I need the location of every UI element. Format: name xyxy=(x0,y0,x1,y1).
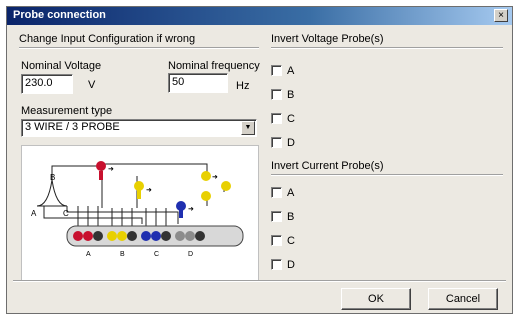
checkbox[interactable] xyxy=(271,187,282,198)
connector-label-b: B xyxy=(120,251,125,258)
checkbox[interactable] xyxy=(271,137,282,148)
invert-current-divider xyxy=(271,174,503,176)
nominal-voltage-label: Nominal Voltage xyxy=(21,60,102,72)
config-divider xyxy=(19,47,259,49)
invert-current-b-label: B xyxy=(287,211,295,223)
phase-label-c: C xyxy=(63,209,69,218)
wiring-diagram-svg: B A C ➜ ➜ ➜ ➜ A B C D xyxy=(31,161,244,258)
measurement-type-value: 3 WIRE / 3 PROBE xyxy=(25,121,120,133)
checkbox[interactable] xyxy=(271,259,282,270)
voltage-unit: V xyxy=(88,79,96,91)
invert-current-label: Invert Current Probe(s) xyxy=(271,160,384,172)
checkbox[interactable] xyxy=(271,89,282,100)
checkbox[interactable] xyxy=(271,211,282,222)
invert-current-d-label: D xyxy=(287,259,295,271)
invert-voltage-c-label: C xyxy=(287,113,295,125)
nominal-frequency-label: Nominal frequency xyxy=(168,60,260,72)
frequency-unit: Hz xyxy=(236,80,250,92)
invert-current-c-label: C xyxy=(287,235,295,247)
cancel-button[interactable]: Cancel xyxy=(428,288,498,310)
nominal-voltage-input[interactable]: 230.0 xyxy=(21,74,73,94)
nominal-frequency-input[interactable]: 50 xyxy=(168,73,228,93)
title-bar: Probe connection × xyxy=(7,7,512,25)
measurement-type-select[interactable]: 3 WIRE / 3 PROBE ▼ xyxy=(21,119,257,137)
connector-label-c: C xyxy=(154,251,159,258)
invert-voltage-a-label: A xyxy=(287,65,295,77)
invert-voltage-label: Invert Voltage Probe(s) xyxy=(271,33,384,45)
wiring-lines xyxy=(36,163,225,230)
checkbox[interactable] xyxy=(271,235,282,246)
chevron-down-icon[interactable]: ▼ xyxy=(241,121,255,135)
ok-button[interactable]: OK xyxy=(341,288,411,310)
window-title: Probe connection xyxy=(13,9,106,21)
button-divider xyxy=(13,280,506,282)
phase-label-a: A xyxy=(31,209,37,218)
phase-label-b: B xyxy=(50,173,55,182)
close-button[interactable]: × xyxy=(494,9,508,22)
svg-text:➜: ➜ xyxy=(212,174,218,181)
checkbox[interactable] xyxy=(271,65,282,76)
probe-connection-dialog: Probe connection × Change Input Configur… xyxy=(6,6,513,314)
svg-text:➜: ➜ xyxy=(108,166,114,173)
svg-text:➜: ➜ xyxy=(146,187,152,194)
svg-text:➜: ➜ xyxy=(188,206,194,213)
invert-voltage-b-label: B xyxy=(287,89,295,101)
measurement-type-label: Measurement type xyxy=(21,105,113,117)
blue-probe-icon: ➜ xyxy=(176,201,194,218)
connector-label-d: D xyxy=(188,251,193,258)
yellow-probe-icon: ➜ xyxy=(201,171,231,201)
config-section-label: Change Input Configuration if wrong xyxy=(19,33,196,45)
checkbox[interactable] xyxy=(271,113,282,124)
invert-current-a-label: A xyxy=(287,187,295,199)
wiring-diagram: B A C ➜ ➜ ➜ ➜ A B C D xyxy=(21,145,259,281)
invert-voltage-d-label: D xyxy=(287,137,295,149)
invert-voltage-divider xyxy=(271,47,503,49)
connector-label-a: A xyxy=(86,251,91,258)
